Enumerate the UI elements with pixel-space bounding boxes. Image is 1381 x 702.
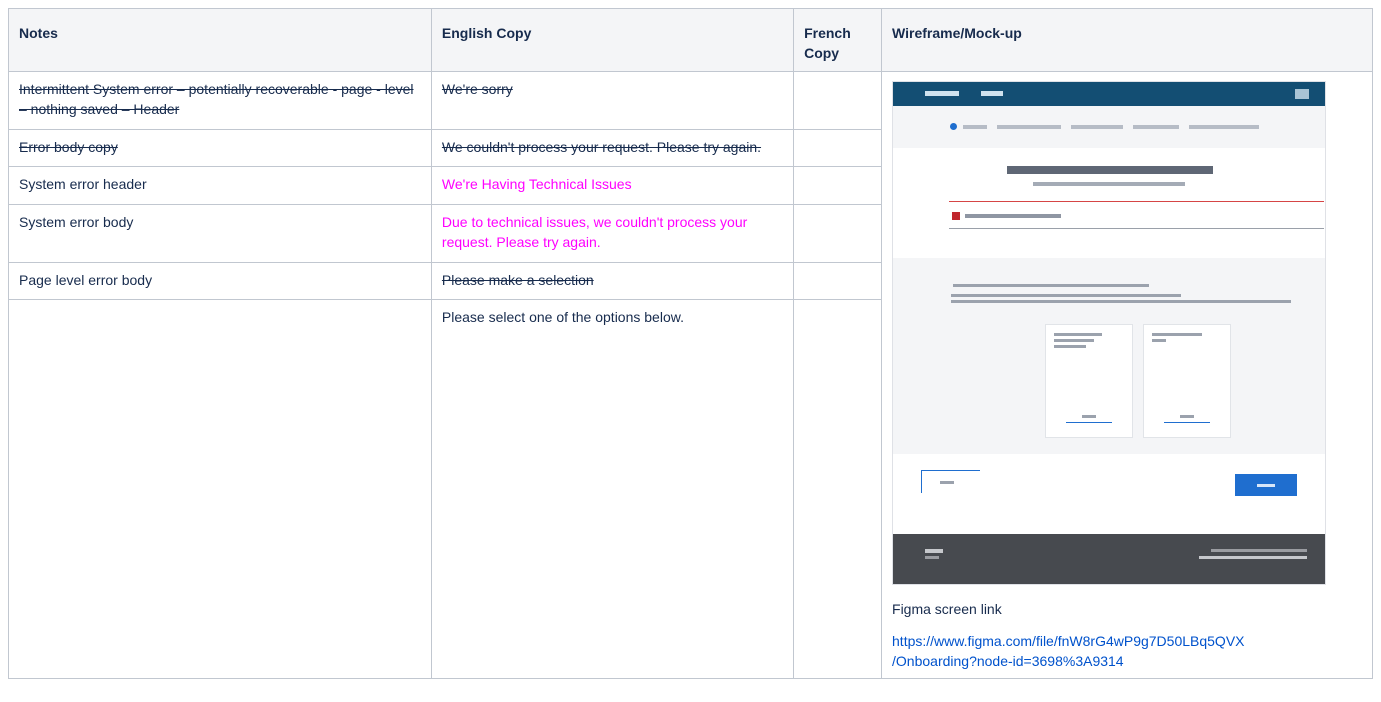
table-row: Intermittent System error – potentially … <box>8 70 1373 679</box>
mock-option-card <box>1045 324 1134 438</box>
mock-continue-button <box>1235 474 1298 496</box>
notes-cell: System error header <box>8 166 432 205</box>
mock-nav-item <box>981 91 1004 96</box>
notes-cell: Page level error body <box>8 261 432 301</box>
english-copy-cell: We're Having Technical Issues <box>430 166 795 205</box>
english-copy-cell: We couldn't process your request. Please… <box>430 129 795 168</box>
french-copy-cell <box>793 261 883 301</box>
mock-error-divider <box>949 228 1325 229</box>
mock-card-text <box>1054 339 1095 342</box>
mock-step-label <box>997 125 1062 129</box>
mock-step-label <box>1133 125 1180 129</box>
figma-link[interactable]: https://www.figma.com/file/fnW8rG4wP9g7D… <box>892 631 1362 671</box>
mock-text-line <box>951 300 1292 303</box>
wireframe-mockup-image <box>892 81 1327 585</box>
mock-card-text <box>1152 339 1167 342</box>
notes-cell <box>8 299 432 679</box>
mock-footer-text <box>1211 549 1308 552</box>
french-copy-cell <box>793 70 883 131</box>
mock-card-button <box>1066 422 1113 423</box>
english-copy-cell: Due to technical issues, we couldn't pro… <box>430 203 795 263</box>
mock-option-card <box>1143 324 1232 438</box>
mock-card-button <box>1164 422 1211 423</box>
mock-footer <box>893 534 1326 584</box>
mock-footer-text <box>1199 556 1308 559</box>
notes-cell: Error body copy <box>8 129 432 168</box>
mock-footer-text <box>925 556 940 559</box>
figma-screen-link-label: Figma screen link <box>892 601 1002 617</box>
mock-step-label <box>963 125 988 129</box>
mock-text-line <box>951 294 1182 297</box>
header-english-copy: English Copy <box>430 8 795 72</box>
french-copy-cell <box>793 129 883 168</box>
mock-step-label <box>1189 125 1260 129</box>
mock-user-icon <box>1295 89 1310 99</box>
mock-card-text <box>1054 345 1087 348</box>
header-notes: Notes <box>8 8 432 72</box>
figma-link-line-1[interactable]: https://www.figma.com/file/fnW8rG4wP9g7D… <box>892 633 1244 649</box>
mock-card-button-text <box>1180 415 1195 418</box>
french-copy-cell <box>793 299 883 679</box>
mock-card-text <box>1152 333 1203 336</box>
mock-footer-logo <box>925 549 944 553</box>
mock-text-line <box>953 284 1150 287</box>
mock-body-area <box>893 258 1326 454</box>
mock-heading <box>1007 166 1214 174</box>
english-copy-cell: Please make a selection <box>430 261 795 301</box>
wireframe-cell: Figma screen link https://www.figma.com/… <box>881 71 1373 679</box>
mock-step-label <box>1071 125 1124 129</box>
english-copy-cell: Please select one of the options below. <box>430 299 795 679</box>
mock-step-dot <box>950 123 958 130</box>
header-wireframe: Wireframe/Mock-up <box>881 8 1373 72</box>
notes-cell: System error body <box>8 203 432 263</box>
mock-heading-area <box>893 148 1326 258</box>
mock-back-button <box>921 470 981 493</box>
mock-subheading <box>1033 182 1186 186</box>
mock-error-icon <box>952 212 961 220</box>
header-french-copy: French Copy <box>793 8 883 72</box>
mock-top-bar <box>893 82 1326 106</box>
english-copy-cell: We're sorry <box>430 70 795 131</box>
mock-error-border <box>949 201 1325 202</box>
mock-card-text <box>1054 333 1103 336</box>
figma-link-line-2[interactable]: /Onboarding?node-id=3698%3A9314 <box>892 653 1124 669</box>
mock-stepper <box>893 106 1326 148</box>
mock-logo <box>925 91 960 96</box>
copy-table: Notes English Copy French Copy Wireframe… <box>8 8 1373 679</box>
mock-card-button-text <box>1082 415 1097 418</box>
table-header-row: Notes English Copy French Copy Wireframe… <box>8 8 1373 72</box>
notes-cell: Intermittent System error – potentially … <box>8 70 432 131</box>
mock-error-text <box>965 214 1062 218</box>
french-copy-cell <box>793 203 883 263</box>
french-copy-cell <box>793 166 883 205</box>
